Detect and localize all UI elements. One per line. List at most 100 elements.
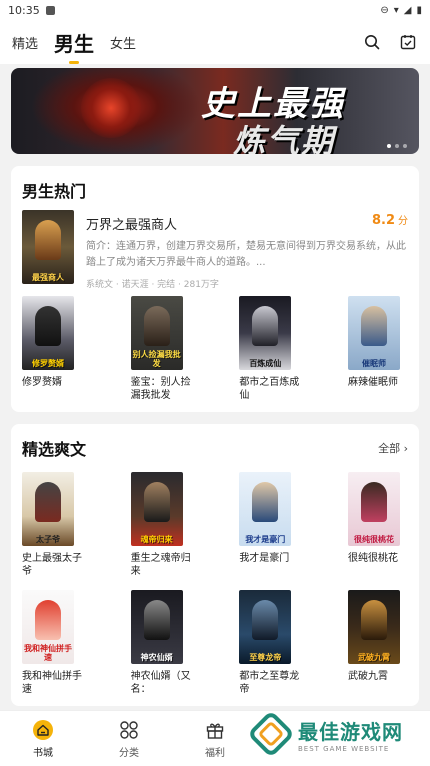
banner-pagination: [387, 144, 407, 148]
grid-icon: [118, 719, 140, 741]
checkin-icon[interactable]: [398, 32, 418, 52]
watermark-subtitle: BEST GAME WEBSITE: [298, 744, 390, 753]
section-title: 精选爽文: [22, 440, 87, 459]
book-title: 重生之魂帝归来: [130, 553, 191, 577]
book-cover: 催眠师: [347, 296, 400, 370]
cover-title: 百炼成仙: [249, 359, 282, 368]
banner-title-line2: 炼气期: [233, 122, 336, 154]
status-icons: ⊖ ▾ ◢ ▮: [380, 5, 422, 16]
watermark-logo: [250, 713, 292, 755]
book-title: 鉴宝：别人捡漏我批发: [130, 377, 191, 401]
nav-bookstore[interactable]: 书城: [0, 711, 86, 766]
cover-title: 最强商人: [32, 273, 64, 282]
book-card[interactable]: 我才是豪门 我才是豪门: [239, 472, 299, 578]
book-cover: 太子爷: [22, 472, 74, 546]
book-meta: 系统文 · 诺天涯 · 完结 · 281万字: [86, 280, 219, 290]
book-title: 我和神仙拼手速: [22, 671, 82, 695]
hot-section: 男生热门 最强商人 万界之最强商人 8.2 分 简介：连通万界，创建万界交易所，楚…: [11, 166, 419, 412]
book-card[interactable]: 修罗赘婿 修罗赘婿: [22, 296, 82, 402]
cover-title: 我才是豪门: [245, 535, 286, 544]
search-icon[interactable]: [362, 32, 382, 52]
cover-title: 修罗赘婿: [32, 359, 64, 368]
nav-label: 书城: [33, 747, 53, 759]
cover-title: 至尊龙帝: [249, 653, 282, 662]
top-tab-bar: 精选 男生 女生: [0, 20, 430, 64]
book-title: 史上最强太子爷: [22, 553, 82, 577]
book-card[interactable]: 武破九霄 武破九霄: [347, 590, 408, 696]
status-time: 10:35: [8, 3, 40, 17]
cover-title: 神农仙婿: [140, 653, 173, 662]
book-title: 都市之至尊龙帝: [239, 671, 300, 695]
chevron-right-icon: ›: [403, 442, 408, 455]
watermark: 最佳游戏网 BEST GAME WEBSITE: [248, 708, 424, 760]
book-title: 都市之百炼成仙: [239, 377, 300, 401]
nav-label: 分类: [119, 747, 139, 759]
book-cover: 百炼成仙: [239, 296, 292, 370]
notification-icon: [45, 5, 55, 15]
book-cover: 我和神仙拼手速: [22, 590, 74, 664]
book-cover: 修罗赘婿: [22, 296, 74, 370]
book-cover: 神农仙婿: [130, 590, 183, 664]
book-cover: 别人捡漏我批发: [130, 296, 183, 370]
watermark-title: 最佳游戏网: [298, 719, 403, 744]
section-title: 男生热门: [22, 182, 87, 201]
cover-title: 我和神仙拼手速: [24, 644, 72, 662]
score-unit: 分: [398, 216, 408, 227]
book-card[interactable]: 神农仙婿 神农仙婿（又名：: [130, 590, 191, 696]
book-title: 麻辣催眠师: [347, 377, 398, 388]
cover-title: 很纯很桃花: [353, 535, 394, 544]
book-card[interactable]: 很纯很桃花 很纯很桃花: [347, 472, 408, 578]
picks-section: 精选爽文 全部 › 太子爷 史上最强太子爷 魂帝归来 重生之魂帝归来 我才是豪门…: [11, 424, 419, 706]
book-title: 我才是豪门: [239, 553, 290, 564]
book-title: 神农仙婿（又名：: [130, 671, 191, 695]
cover-title: 魂帝归来: [140, 535, 173, 544]
nav-category[interactable]: 分类: [86, 711, 172, 766]
cover-title: 催眠师: [361, 359, 386, 368]
tab-male[interactable]: 男生: [54, 28, 94, 57]
banner-dot: [395, 144, 399, 148]
book-cover: 武破九霄: [347, 590, 400, 664]
book-card[interactable]: 催眠师 麻辣催眠师: [347, 296, 408, 402]
book-card[interactable]: 太子爷 史上最强太子爷: [22, 472, 82, 578]
book-cover: 最强商人: [22, 210, 74, 284]
promo-banner[interactable]: 史上最强 炼气期: [11, 68, 419, 154]
book-cover: 魂帝归来: [130, 472, 183, 546]
score-value: 8.2: [371, 213, 395, 228]
book-cover: 我才是豪门: [239, 472, 292, 546]
hot-book-grid: 修罗赘婿 修罗赘婿 别人捡漏我批发 鉴宝：别人捡漏我批发 百炼成仙 都市之百炼成…: [22, 296, 408, 402]
book-title: 很纯很桃花: [347, 553, 398, 564]
wifi-icon: ▾: [393, 4, 399, 16]
book-title: 武破九霄: [347, 671, 388, 682]
cover-title: 武破九霄: [357, 653, 390, 662]
battery-icon: ▮: [416, 4, 422, 16]
book-score: 8.2 分: [372, 212, 408, 228]
status-bar: 10:35 ⊖ ▾ ◢ ▮: [0, 0, 430, 20]
book-card[interactable]: 别人捡漏我批发 鉴宝：别人捡漏我批发: [130, 296, 191, 402]
book-card[interactable]: 百炼成仙 都市之百炼成仙: [239, 296, 299, 402]
cover-title: 太子爷: [36, 535, 60, 544]
see-all-link[interactable]: 全部 ›: [378, 440, 408, 456]
book-card[interactable]: 我和神仙拼手速 我和神仙拼手速: [22, 590, 82, 696]
nav-label: 福利: [205, 747, 225, 759]
book-card[interactable]: 魂帝归来 重生之魂帝归来: [130, 472, 191, 578]
book-card[interactable]: 至尊龙帝 都市之至尊龙帝: [239, 590, 299, 696]
banner-glow: [81, 78, 141, 138]
dnd-icon: ⊖: [380, 4, 389, 16]
nav-welfare[interactable]: 福利: [172, 711, 258, 766]
book-cover: 至尊龙帝: [239, 590, 292, 664]
signal-icon: ◢: [403, 4, 412, 16]
home-icon: [32, 719, 54, 741]
tab-featured[interactable]: 精选: [12, 33, 38, 52]
tab-female[interactable]: 女生: [110, 33, 136, 52]
banner-dot: [387, 144, 391, 148]
featured-book[interactable]: 最强商人 万界之最强商人 8.2 分 简介：连通万界，创建万界交易所，楚易无意间得…: [22, 210, 408, 290]
book-title: 万界之最强商人: [86, 218, 178, 233]
book-title: 修罗赘婿: [22, 377, 62, 388]
book-cover: 很纯很桃花: [347, 472, 400, 546]
picks-grid-row1: 太子爷 史上最强太子爷 魂帝归来 重生之魂帝归来 我才是豪门 我才是豪门 很纯很…: [22, 472, 408, 578]
see-all-label: 全部: [378, 442, 401, 455]
cover-title: 别人捡漏我批发: [132, 350, 181, 368]
picks-grid-row2: 我和神仙拼手速 我和神仙拼手速 神农仙婿 神农仙婿（又名： 至尊龙帝 都市之至尊…: [22, 590, 408, 696]
book-intro: 简介：连通万界，创建万界交易所，楚易无意间得到万界交易系统，从此踏上了成为诸天万…: [86, 241, 406, 268]
banner-dot: [403, 144, 407, 148]
